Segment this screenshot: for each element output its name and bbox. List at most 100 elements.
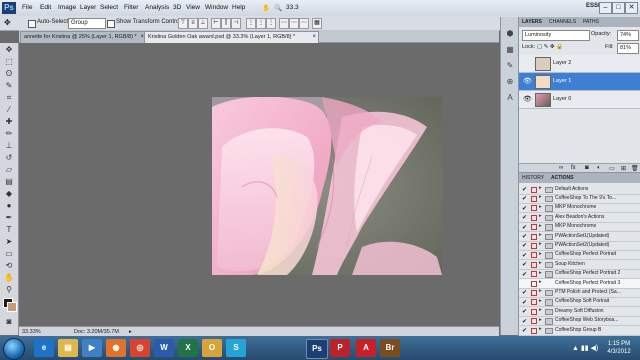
system-tray-icons[interactable]: ▲ ▮▮ ◀) (572, 344, 598, 352)
minimize-button[interactable]: – (599, 2, 612, 14)
auto-select-dropdown[interactable]: Group (68, 18, 106, 29)
align-right-icon[interactable]: ⊣ (231, 18, 241, 29)
hand-icon[interactable]: ✋ (262, 4, 270, 12)
document-tab-kristina[interactable]: Kristina Golden Oak award.psd @ 33.3% (L… (144, 31, 319, 43)
action-enabled-checkmark-icon[interactable]: ✔ (522, 318, 527, 325)
dialog-toggle-icon[interactable] (531, 261, 537, 268)
align-left-icon[interactable]: ⊢ (211, 18, 221, 29)
expand-arrow-icon[interactable]: ▸ (539, 223, 542, 229)
eyedropper-tool-icon[interactable]: ⁄ (2, 105, 16, 115)
distribute-bottom-icon[interactable]: ⋮ (266, 18, 276, 29)
expand-arrow-icon[interactable]: ▸ (539, 232, 542, 238)
menu-edit[interactable]: Edit (40, 4, 51, 11)
action-enabled-checkmark-icon[interactable]: ✔ (522, 186, 527, 193)
expand-arrow-icon[interactable]: ▸ (539, 326, 542, 332)
menu-select[interactable]: Select (100, 4, 118, 11)
bridge-icon[interactable]: Br (380, 339, 400, 357)
action-enabled-checkmark-icon[interactable]: ✔ (522, 195, 527, 202)
action-enabled-checkmark-icon[interactable]: ✔ (522, 271, 527, 278)
dialog-toggle-icon[interactable] (531, 252, 537, 259)
tab-history[interactable]: HISTORY (522, 175, 544, 181)
action-set-row[interactable]: ✔ ▸ Soup Kitchen (519, 260, 640, 270)
action-enabled-checkmark-icon[interactable]: ✔ (522, 214, 527, 221)
distribute-middle-icon[interactable]: ⋮ (256, 18, 266, 29)
expand-arrow-icon[interactable]: ▸ (539, 298, 542, 304)
dialog-toggle-icon[interactable] (531, 195, 537, 202)
close-tab-icon[interactable]: × (312, 32, 316, 43)
action-enabled-checkmark-icon[interactable]: ✔ (522, 233, 527, 240)
action-enabled-checkmark-icon[interactable]: ✔ (522, 261, 527, 268)
fx-icon[interactable]: fx (571, 165, 576, 171)
fill-field[interactable]: 81% (617, 43, 639, 54)
menu-help[interactable]: Help (232, 4, 245, 11)
move-tool-icon[interactable]: ✥ (4, 18, 11, 28)
menu-layer[interactable]: Layer (80, 4, 96, 11)
action-set-row[interactable]: ▸ CoffeeShop Perfect Portrait 3 (519, 279, 640, 289)
expand-arrow-icon[interactable]: ▸ (539, 270, 542, 276)
align-middle-icon[interactable]: ≡ (188, 18, 198, 29)
action-enabled-checkmark-icon[interactable]: ✔ (522, 224, 527, 231)
dialog-toggle-icon[interactable] (531, 224, 537, 231)
move-tool-icon[interactable]: ✥ (2, 45, 16, 55)
action-set-row[interactable]: ✔ ▸ CoffeeShop Perfect Portrait (519, 251, 640, 261)
clone-stamp-icon[interactable]: ⊥ (2, 141, 16, 151)
chrome-icon[interactable]: ◎ (130, 339, 150, 357)
expand-arrow-icon[interactable]: ▸ (539, 194, 542, 200)
mask-icon[interactable]: ◙ (585, 165, 589, 171)
align-center-icon[interactable]: ⫿ (221, 18, 231, 29)
layer-row-layer-0[interactable]: 👁 Layer 0 (519, 91, 640, 109)
expand-arrow-icon[interactable]: ▸ (539, 307, 542, 313)
zoom-level[interactable]: 33.3 (286, 4, 299, 11)
expand-arrow-icon[interactable]: ▸ (539, 251, 542, 257)
quick-mask-icon[interactable]: ◙ (2, 317, 16, 327)
link-layers-icon[interactable]: ∞ (559, 165, 563, 171)
clone-source-icon[interactable]: ⊕ (504, 77, 516, 87)
distribute-center-icon[interactable]: ⋯ (289, 18, 299, 29)
type-tool-icon[interactable]: T (2, 225, 16, 235)
word-icon[interactable]: W (154, 339, 174, 357)
photoshop-taskbar-icon[interactable]: Ps (306, 339, 328, 359)
start-button[interactable] (3, 338, 25, 360)
align-top-icon[interactable]: ⊤ (178, 18, 188, 29)
action-set-row[interactable]: ✔ ▸ PTM Polish and Protect (Sa... (519, 288, 640, 298)
dialog-toggle-icon[interactable] (531, 205, 537, 212)
zoom-icon[interactable]: 🔍 (274, 4, 282, 12)
visibility-eye-icon[interactable]: 👁 (523, 77, 532, 85)
action-set-row[interactable]: ✔ ▸ PWActionSet1(Updated) (519, 232, 640, 242)
show-transform-checkbox[interactable] (107, 20, 115, 28)
auto-align-icon[interactable]: ▦ (312, 18, 322, 29)
expand-arrow-icon[interactable]: ▸ (539, 185, 542, 191)
eraser-tool-icon[interactable]: ▱ (2, 165, 16, 175)
firefox-icon[interactable]: ◉ (106, 339, 126, 357)
close-button[interactable]: ✕ (625, 2, 638, 14)
dialog-toggle-icon[interactable] (531, 186, 537, 193)
blur-tool-icon[interactable]: ◆ (2, 189, 16, 199)
distribute-top-icon[interactable]: ⋮ (246, 18, 256, 29)
dodge-tool-icon[interactable]: ● (2, 201, 16, 211)
adjustment-icon[interactable]: ◐ (597, 165, 601, 171)
swatches-panel-icon[interactable]: ▦ (504, 45, 516, 55)
menu-3d[interactable]: 3D (173, 4, 181, 11)
action-set-row[interactable]: ✔ ▸ Default Actions (519, 185, 640, 195)
folder-icon[interactable]: ▤ (58, 339, 78, 357)
tab-channels[interactable]: CHANNELS (549, 19, 576, 25)
dialog-toggle-icon[interactable] (531, 271, 537, 278)
action-enabled-checkmark-icon[interactable]: ✔ (522, 205, 527, 212)
menu-image[interactable]: Image (58, 4, 76, 11)
opacity-field[interactable]: 74% (617, 30, 639, 41)
pen-tool-icon[interactable]: ✒ (2, 213, 16, 223)
background-color-swatch[interactable] (7, 302, 17, 312)
layer-row-layer-2[interactable]: Layer 2 (519, 55, 640, 73)
dialog-toggle-icon[interactable] (531, 233, 537, 240)
menu-view[interactable]: View (186, 4, 200, 11)
document-size[interactable]: Doc: 3.20M/35.7M (74, 328, 119, 336)
skype-icon[interactable]: S (226, 339, 246, 357)
action-enabled-checkmark-icon[interactable]: ✔ (522, 327, 527, 334)
new-layer-icon[interactable]: ⊞ (621, 165, 626, 172)
align-bottom-icon[interactable]: ⊥ (198, 18, 208, 29)
dialog-toggle-icon[interactable] (531, 318, 537, 325)
action-set-row[interactable]: ✔ ▸ Alex Beadon's Actions (519, 213, 640, 223)
crop-tool-icon[interactable]: ⌗ (2, 93, 16, 103)
action-set-row[interactable]: ✔ ▸ MKP Monochrome (519, 204, 640, 214)
action-set-row[interactable]: ✔ ▸ CoffeeShop Perfect Portrait 2 (519, 270, 640, 280)
